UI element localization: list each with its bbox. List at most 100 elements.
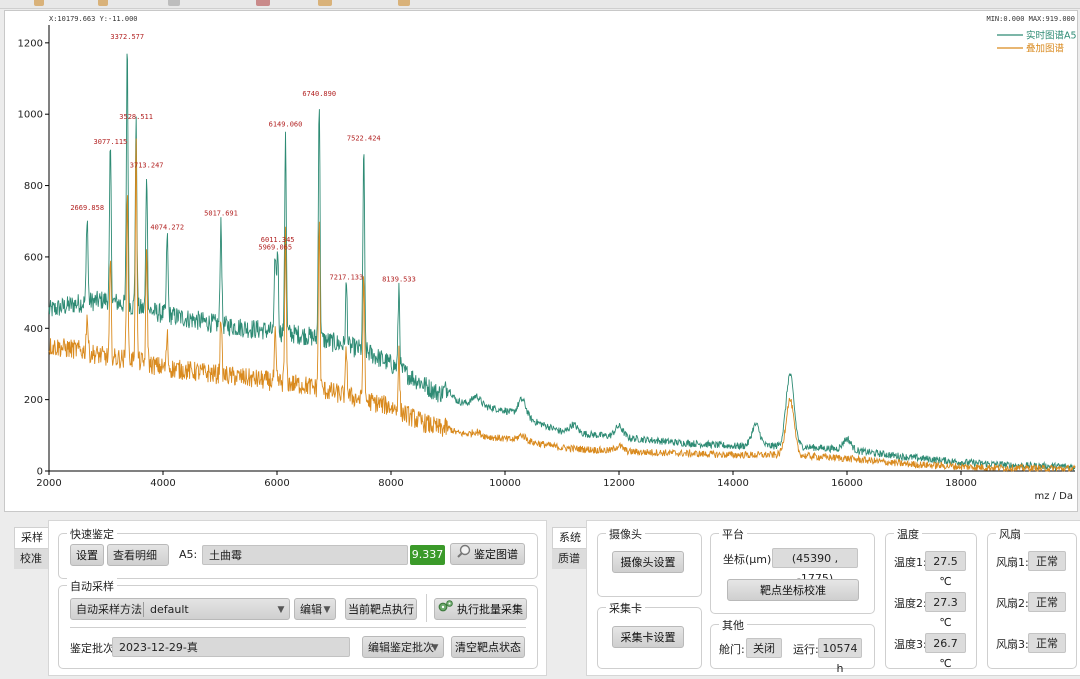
- temp3-value: 26.7 ℃: [925, 633, 966, 670]
- sampling-panel: 快速鉴定 设置 查看明细 A5: 土曲霉 9.337 鉴定图谱 自动采样 自动采…: [48, 520, 547, 676]
- fan3-value: 正常: [1028, 633, 1066, 653]
- peak-label: 3713.247: [130, 161, 164, 169]
- detail-combo[interactable]: 查看明细: [107, 544, 169, 566]
- sampling-method-combo[interactable]: 自动采样方法 default ▼: [70, 598, 290, 620]
- capture-card-settings-button[interactable]: 采集卡设置: [612, 626, 684, 648]
- y-tick-label: 200: [24, 395, 43, 406]
- run-batch-label: 执行批量采集: [457, 603, 523, 616]
- y-tick-label: 1000: [18, 110, 43, 121]
- legend-label: 实时图谱A5: [1026, 30, 1077, 42]
- temperature-title: 温度: [894, 526, 922, 542]
- camera-settings-button[interactable]: 摄像头设置: [612, 551, 684, 573]
- door-value: 关闭: [746, 638, 782, 658]
- peak-label: 2669.858: [70, 204, 104, 212]
- edit-batch-label: 编辑鉴定批次: [368, 641, 434, 654]
- fan-group: 风扇 风扇1: 正常 风扇2: 正常 风扇3: 正常: [987, 526, 1077, 669]
- temp2-label: 温度2:: [894, 597, 927, 610]
- y-tick-label: 600: [24, 252, 43, 263]
- system-panel: 摄像头 摄像头设置 采集卡 采集卡设置 平台 坐标(μm): (45390 , …: [586, 520, 1080, 676]
- peak-label: 3077.115: [94, 138, 128, 146]
- y-tick-label: 1200: [18, 38, 43, 49]
- y-tick-label: 0: [37, 467, 43, 478]
- spectrum-chart-frame[interactable]: X:10179.663 Y:-11.000 MIN:0.000 MAX:919.0…: [4, 10, 1078, 512]
- toolbar-icon[interactable]: [256, 0, 270, 6]
- sampling-method-value: default: [150, 603, 189, 616]
- toolbar-icon[interactable]: [318, 0, 332, 6]
- series-line: [48, 138, 1076, 473]
- batch-label: 鉴定批次:: [70, 642, 118, 655]
- x-tick-label: 16000: [831, 478, 863, 489]
- quick-id-title: 快速鉴定: [67, 526, 117, 542]
- identify-spectrum-label: 鉴定图谱: [474, 548, 518, 561]
- settings-button[interactable]: 设置: [70, 544, 104, 566]
- camera-title: 摄像头: [606, 526, 645, 542]
- run-time-label: 运行:: [793, 643, 819, 656]
- peak-label: 7522.424: [347, 135, 381, 143]
- edit-batch-combo[interactable]: 编辑鉴定批次 ▼: [362, 636, 444, 658]
- peak-label: 6740.890: [302, 90, 336, 98]
- fan2-value: 正常: [1028, 592, 1066, 612]
- capture-card-group: 采集卡 采集卡设置: [597, 600, 702, 669]
- coord-label: 坐标(μm):: [723, 553, 776, 566]
- y-tick-label: 400: [24, 324, 43, 335]
- fan1-value: 正常: [1028, 551, 1066, 571]
- peak-label: 6149.060: [269, 120, 303, 128]
- divider: [70, 627, 526, 628]
- tab-label: 校准: [20, 552, 42, 565]
- auto-sampling-title: 自动采样: [67, 578, 117, 594]
- temperature-group: 温度 温度1: 27.5 ℃ 温度2: 27.3 ℃ 温度3: 26.7 ℃: [885, 526, 977, 670]
- sample-name-field[interactable]: 土曲霉: [202, 545, 408, 565]
- x-tick-label: 4000: [150, 478, 175, 489]
- temp1-label: 温度1:: [894, 556, 927, 569]
- toolbar-icon[interactable]: [98, 0, 108, 6]
- tab-mass-spec[interactable]: 质谱: [552, 549, 586, 569]
- chevron-down-icon: ▼: [431, 643, 439, 653]
- run-current-target-button[interactable]: 当前靶点执行: [345, 598, 417, 620]
- temp3-label: 温度3:: [894, 638, 927, 651]
- other-title: 其他: [719, 617, 747, 633]
- x-tick-label: 12000: [603, 478, 635, 489]
- peak-label: 5017.691: [204, 209, 238, 217]
- tab-label: 采样: [21, 531, 43, 544]
- peak-label: 8139.533: [382, 275, 416, 283]
- x-tick-label: 14000: [717, 478, 749, 489]
- range-readout: MIN:0.000 MAX:919.000: [986, 15, 1075, 23]
- tab-sampling[interactable]: 采样: [14, 527, 49, 549]
- fan-title: 风扇: [996, 526, 1024, 542]
- cursor-readout: X:10179.663 Y:-11.000: [49, 15, 138, 23]
- spectrum-chart[interactable]: X:10179.663 Y:-11.000 MIN:0.000 MAX:919.0…: [5, 11, 1077, 511]
- toolbar-icon[interactable]: [168, 0, 180, 6]
- chevron-down-icon: ▼: [323, 605, 331, 615]
- capture-card-title: 采集卡: [606, 600, 645, 616]
- peak-label: 3372.577: [110, 33, 144, 41]
- toolbar: [0, 0, 1080, 9]
- toolbar-icon[interactable]: [34, 0, 44, 6]
- sampling-method-label: 自动采样方法: [76, 603, 142, 616]
- tab-calibration[interactable]: 校准: [14, 549, 48, 569]
- x-tick-label: 10000: [489, 478, 521, 489]
- batch-field[interactable]: 2023-12-29-真: [112, 637, 350, 657]
- y-tick-label: 800: [24, 181, 43, 192]
- legend-label: 叠加图谱: [1026, 43, 1065, 55]
- x-tick-label: 6000: [264, 478, 289, 489]
- x-tick-label: 2000: [36, 478, 61, 489]
- peak-label: 5969.065: [258, 243, 292, 251]
- magnifier-icon: [457, 544, 471, 566]
- coord-value: (45390 , -1775): [772, 548, 858, 585]
- fan1-label: 风扇1:: [996, 556, 1029, 569]
- temp1-value: 27.5 ℃: [925, 551, 966, 588]
- sample-label: A5:: [179, 548, 198, 561]
- run-batch-button[interactable]: 执行批量采集: [434, 598, 527, 620]
- peak-label: 7217.133: [330, 274, 364, 282]
- toolbar-icon[interactable]: [398, 0, 410, 6]
- peak-label: 3528.511: [119, 113, 153, 121]
- x-tick-label: 8000: [378, 478, 403, 489]
- detail-combo-label: 查看明细: [113, 549, 157, 562]
- edit-method-combo[interactable]: 编辑 ▼: [294, 598, 336, 620]
- identify-spectrum-button[interactable]: 鉴定图谱: [450, 543, 525, 565]
- tab-system[interactable]: 系统: [552, 527, 587, 549]
- run-time-value: 10574 h: [818, 638, 862, 675]
- clear-target-status-button[interactable]: 清空靶点状态: [451, 636, 525, 658]
- target-calibration-button[interactable]: 靶点坐标校准: [727, 579, 859, 601]
- divider: [426, 594, 427, 622]
